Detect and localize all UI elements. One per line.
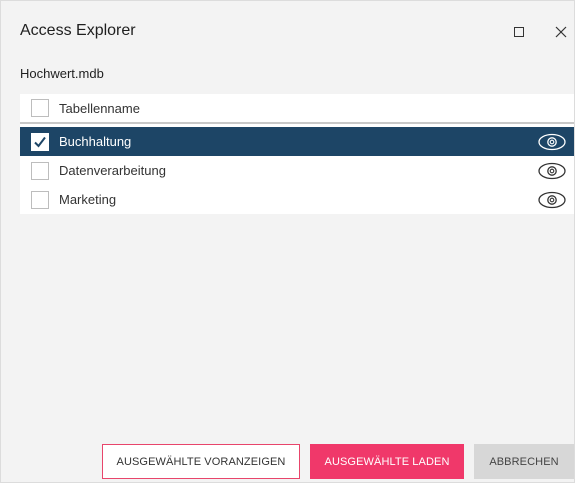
dialog-title: Access Explorer (20, 22, 136, 39)
eye-icon[interactable] (537, 132, 567, 152)
maximize-icon (514, 27, 524, 37)
table-name: Datenverarbeitung (59, 163, 166, 178)
eye-icon[interactable] (537, 161, 567, 181)
preview-selected-button[interactable]: AUSGEWÄHLTE VORANZEIGEN (102, 444, 300, 479)
table-name: Marketing (59, 192, 117, 207)
eye-icon[interactable] (537, 190, 567, 210)
checkmark-icon (34, 136, 46, 148)
title-bar: Access Explorer (1, 1, 574, 57)
database-file-name: Hochwert.mdb (20, 66, 104, 81)
access-explorer-dialog: Access Explorer Hochwert.mdb Tabellennam… (0, 0, 575, 483)
maximize-button[interactable] (508, 21, 530, 43)
row-checkbox[interactable] (31, 190, 49, 209)
row-checkbox[interactable] (31, 161, 49, 180)
cancel-button[interactable]: ABBRECHEN (474, 444, 574, 479)
table-list-header: Tabellenname (20, 94, 574, 124)
table-row[interactable]: Datenverarbeitung (20, 156, 574, 185)
table-row[interactable]: Marketing (20, 185, 574, 214)
select-all-checkbox[interactable] (31, 99, 49, 117)
table-row[interactable]: Buchhaltung (20, 127, 574, 156)
table-list: Tabellenname Buchhaltung Datenverarbeitu… (20, 94, 574, 214)
column-header-table-name: Tabellenname (59, 100, 140, 116)
close-icon (555, 26, 567, 38)
load-selected-button[interactable]: AUSGEWÄHLTE LADEN (310, 444, 464, 479)
table-name: Buchhaltung (59, 134, 132, 149)
close-button[interactable] (549, 20, 573, 44)
row-checkbox[interactable] (31, 132, 49, 151)
